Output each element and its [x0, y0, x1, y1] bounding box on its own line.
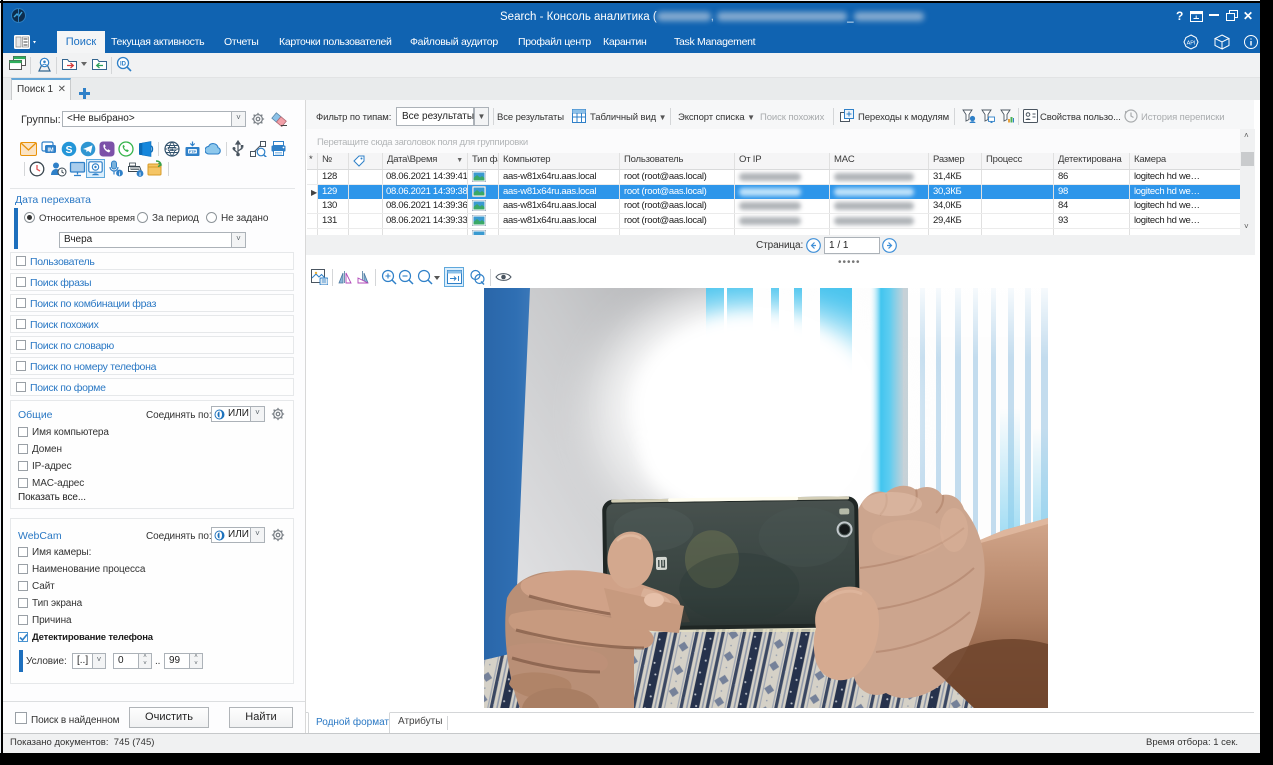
svg-text:API: API [1187, 41, 1196, 47]
svg-text:FTP: FTP [189, 150, 197, 154]
svg-text:IM: IM [47, 147, 54, 153]
svg-text:HTTP: HTTP [167, 147, 177, 151]
svg-text:S: S [65, 144, 72, 156]
svg-text:ID: ID [120, 61, 127, 67]
